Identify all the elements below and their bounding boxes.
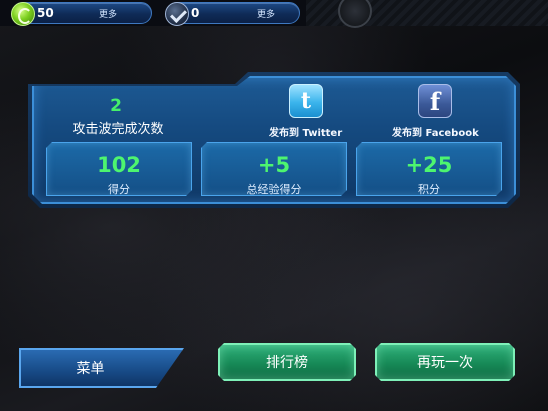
- score-value: 102: [97, 153, 141, 177]
- points-stat: +25 积分: [356, 142, 502, 196]
- rank-counter: 0 更多: [165, 2, 300, 26]
- xp-label: 总经验得分: [246, 183, 302, 196]
- menu-button[interactable]: 菜单: [19, 348, 184, 388]
- rank-value: 0: [191, 6, 200, 20]
- share-facebook-label[interactable]: 发布到 Facebook: [392, 124, 479, 139]
- rank-more-button[interactable]: 更多: [257, 7, 275, 20]
- facebook-glyph: f: [429, 86, 441, 116]
- twitter-icon[interactable]: t: [289, 84, 323, 118]
- leaderboard-button[interactable]: 排行榜: [218, 343, 356, 381]
- play-again-button[interactable]: 再玩一次: [375, 343, 515, 381]
- waves-completed-label: 攻击波完成次数: [72, 122, 164, 137]
- share-twitter-label[interactable]: 发布到 Twitter: [269, 124, 342, 139]
- score-label: 得分: [108, 183, 130, 196]
- points-label: 积分: [418, 183, 440, 196]
- menu-button-label: 菜单: [76, 361, 105, 377]
- play-again-button-label: 再玩一次: [417, 355, 473, 371]
- points-value: +25: [405, 153, 453, 177]
- xp-stat: +5 总经验得分: [201, 142, 347, 196]
- score-stat: 102 得分: [46, 142, 192, 196]
- leaderboard-button-label: 排行榜: [266, 355, 308, 371]
- credits-value: 50: [37, 6, 54, 20]
- facebook-icon[interactable]: f: [418, 84, 452, 118]
- twitter-glyph: t: [300, 88, 312, 114]
- green-coin-icon: [11, 2, 35, 26]
- rank-chevron-icon: [165, 2, 189, 26]
- credits-counter: 50 更多: [11, 2, 152, 26]
- waves-completed-value: 2: [110, 96, 122, 116]
- xp-value: +5: [257, 153, 291, 177]
- credits-more-button[interactable]: 更多: [99, 7, 117, 20]
